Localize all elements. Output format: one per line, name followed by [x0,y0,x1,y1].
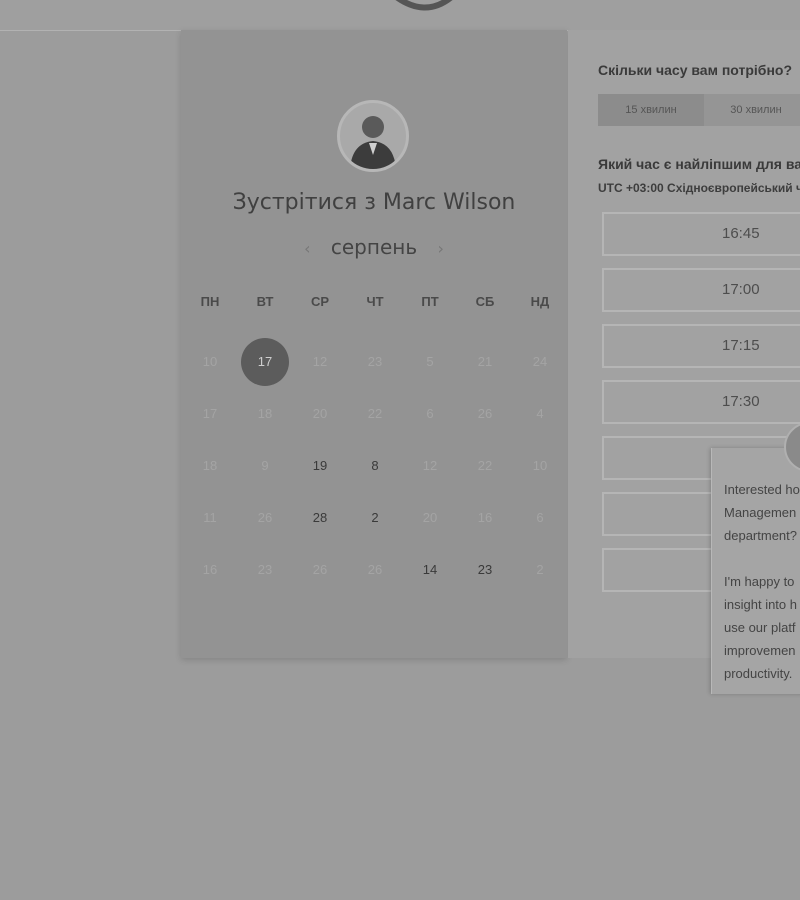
weekday-header-row: ПН ВТ СР ЧТ ПТ СБ НД [181,286,567,338]
calendar-day[interactable]: 19 [296,442,344,490]
prev-month-button[interactable]: ‹ [290,239,324,258]
calendar-day: 26 [477,406,493,421]
logo-icon [395,0,453,11]
chat-popup[interactable]: Interested ho Managemen department? I'm ha… [711,422,800,694]
calendar-day: 16 [202,562,218,577]
next-month-button[interactable]: › [423,239,457,258]
calendar-day: 20 [312,406,328,421]
calendar-day[interactable]: 23 [461,546,509,594]
calendar-day: 6 [536,510,544,525]
calendar-day: 10 [202,354,218,369]
calendar-day: 23 [257,562,273,577]
chat-line: use our platf [724,620,796,635]
calendar-day: 16 [477,510,493,525]
chat-line: insight into h [724,597,797,612]
chat-line: Managemen [724,505,797,520]
calendar-day: 22 [477,458,493,473]
month-label: серпень [330,235,418,259]
weekday-label: ВТ [256,294,274,309]
calendar-day: 12 [312,354,328,369]
weekday-label: ЧТ [366,294,384,309]
calendar-day: 2 [536,562,544,577]
duration-question: Скільки часу вам потрібно? [598,62,793,78]
calendar-day: 21 [477,354,493,369]
calendar-day: 18 [257,406,273,421]
calendar-day: 26 [257,510,273,525]
calendar-day: 9 [261,458,269,473]
calendar-day: 20 [422,510,438,525]
chat-line: department? [724,528,797,543]
meet-title: Зустрітися з Marc Wilson [232,190,516,215]
week-row: 11 26 28 2 20 16 6 [181,494,567,546]
week-row: 18 9 19 8 12 22 10 [181,442,567,494]
weekday-label: ПН [200,294,220,309]
duration-option[interactable]: 30 хвилин [704,94,800,126]
host-calendar-card: Зустрітися з Marc Wilson ‹ серпень › ПН В… [181,30,567,658]
week-row: 10 17 12 23 5 21 24 [181,338,567,390]
month-navigation: ‹ серпень › [181,235,567,259]
time-slot[interactable]: 17:30 [602,380,800,424]
calendar-day[interactable]: 2 [351,494,399,542]
calendar-day: 12 [422,458,438,473]
week-row: 16 23 26 26 14 23 2 [181,546,567,598]
time-slot[interactable]: 16:45 [602,212,800,256]
weekday-label: ПТ [421,294,439,309]
calendar-grid: ПН ВТ СР ЧТ ПТ СБ НД 10 17 12 23 5 21 24 17 18 20 22 6 26 4… [181,286,567,598]
calendar-day[interactable]: 14 [406,546,454,594]
calendar-day: 17 [202,406,218,421]
time-slot[interactable]: 17:00 [602,268,800,312]
weekday-label: СБ [475,294,495,309]
calendar-day: 23 [367,354,383,369]
chat-line: improvemen [724,643,796,658]
calendar-day: 11 [203,510,217,525]
calendar-day: 26 [367,562,383,577]
calendar-day: 26 [312,562,328,577]
duration-selector: 15 хвилин 30 хвилин [598,94,800,126]
chat-message: Interested ho Managemen department? I'm ha… [724,478,800,685]
calendar-day: 6 [426,406,434,421]
calendar-day: 5 [426,354,434,369]
host-avatar [337,100,409,172]
calendar-day[interactable]: 8 [351,442,399,490]
calendar-day: 10 [532,458,548,473]
chat-line: productivity. [724,666,793,681]
calendar-day: 4 [536,406,544,421]
top-bar [0,0,800,31]
weekday-label: НД [530,294,550,309]
time-question: Який час є найліпшим для вас? [598,156,800,172]
week-row: 17 18 20 22 6 26 4 [181,390,567,442]
calendar-day: 24 [532,354,548,369]
chat-line [724,547,800,570]
time-slot[interactable]: 17:15 [602,324,800,368]
calendar-day: 18 [202,458,218,473]
calendar-day-selected[interactable]: 17 [241,338,289,386]
calendar-day: 22 [367,406,383,421]
calendar-day[interactable]: 28 [296,494,344,542]
chat-line: I'm happy to [724,574,795,589]
duration-option[interactable]: 15 хвилин [598,94,704,126]
chat-line: Interested ho [724,482,800,497]
timezone-label[interactable]: UTC +03:00 Східноєвропейський час [598,181,800,195]
weekday-label: СР [310,294,330,309]
